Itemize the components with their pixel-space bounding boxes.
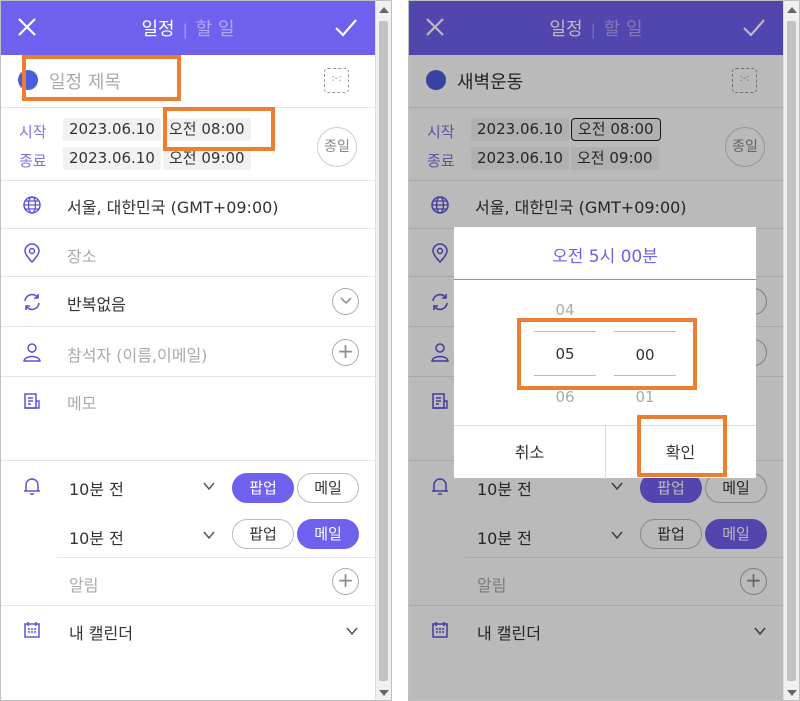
check-icon[interactable] (333, 16, 359, 40)
calendar-label: 내 캘린더 (69, 624, 133, 643)
add-alarm-row: 알림 + (1, 558, 375, 606)
alarm1-row: 10분 전 팝업 메일 (1, 461, 375, 511)
alarm2-row: 10분 전 팝업 메일 (57, 511, 375, 558)
title-divider (454, 279, 756, 280)
scroll-thumb[interactable] (379, 21, 388, 681)
chevron-down-icon[interactable] (203, 480, 215, 492)
location-row[interactable]: 장소 (1, 229, 375, 277)
confirm-highlight-box (637, 415, 727, 477)
memo-row: 메모 (1, 377, 375, 461)
memo-icon (24, 393, 40, 409)
tab-group: 일정 | 할 일 (1, 15, 375, 41)
scroll-thumb[interactable] (787, 21, 796, 681)
alarm2-mail-button[interactable]: 메일 (297, 519, 359, 549)
attendee-row: 참석자 (이름,이메일) + (1, 327, 375, 377)
right-screen: 일정 | 할 일 새벽운동 :-: 시작 종료 2023.06.10 오전 08:0… (408, 0, 800, 701)
hour-next[interactable]: 06 (540, 388, 590, 402)
emoji-icon[interactable]: :-: (324, 68, 349, 93)
scroll-down-arrow[interactable] (379, 690, 389, 696)
minute-next[interactable]: 01 (620, 388, 670, 402)
chevron-down-icon[interactable] (346, 625, 358, 637)
start-label: 시작 (19, 123, 47, 141)
scrollbar[interactable] (783, 1, 799, 700)
attendee-input[interactable]: 참석자 (이름,이메일) (67, 342, 207, 366)
scrollbar[interactable] (375, 1, 391, 700)
calendar-row[interactable]: 내 캘린더 (1, 606, 375, 654)
event-form: 일정 제목 :-: 시작 종료 2023.06.10 오전 08:00 2023… (1, 55, 375, 700)
cancel-button[interactable]: 취소 (454, 426, 605, 479)
end-label: 종료 (19, 152, 47, 170)
chevron-down-icon[interactable] (203, 529, 215, 541)
timezone-label: 서울, 대한민국 (GMT+09:00) (67, 198, 279, 217)
location-input[interactable]: 장소 (67, 243, 96, 267)
alarm-add-label: 알림 (69, 576, 99, 595)
tab-schedule[interactable]: 일정 (141, 19, 174, 40)
alarm1-mail-button[interactable]: 메일 (297, 473, 359, 503)
end-date[interactable]: 2023.06.10 (63, 147, 161, 170)
scroll-down-arrow[interactable] (787, 690, 797, 696)
calendar-icon (24, 622, 40, 638)
repeat-row[interactable]: 반복없음 (1, 277, 375, 327)
repeat-dropdown[interactable] (332, 288, 359, 315)
scroll-up-arrow[interactable] (787, 7, 797, 13)
alarm2-time[interactable]: 10분 전 (69, 525, 124, 549)
repeat-label: 반복없음 (67, 295, 126, 314)
wheel-highlight-box (517, 318, 697, 390)
alarm1-popup-button[interactable]: 팝업 (232, 473, 294, 503)
start-date[interactable]: 2023.06.10 (63, 118, 161, 141)
repeat-icon (24, 293, 40, 311)
title-highlight-box (22, 55, 181, 101)
memo-input[interactable]: 메모 (67, 390, 96, 414)
tab-divider: | (182, 21, 188, 39)
location-pin-icon (24, 243, 40, 264)
top-bar: 일정 | 할 일 (1, 1, 375, 55)
timezone-row[interactable]: 서울, 대한민국 (GMT+09:00) (1, 181, 375, 229)
add-alarm-button[interactable]: + (332, 568, 359, 595)
hour-prev[interactable]: 04 (540, 301, 590, 319)
time-picker-title: 오전 5시 00분 (552, 247, 658, 267)
person-icon (23, 343, 41, 362)
chevron-down-icon (339, 297, 352, 305)
globe-icon (23, 196, 41, 214)
add-attendee-button[interactable]: + (332, 339, 359, 366)
alarm2-popup-button[interactable]: 팝업 (232, 519, 294, 549)
tab-todo[interactable]: 할 일 (196, 19, 235, 40)
bell-icon (24, 478, 40, 495)
scroll-up-arrow[interactable] (379, 7, 389, 13)
alarm1-time[interactable]: 10분 전 (69, 476, 124, 500)
time-highlight-box (163, 107, 275, 151)
left-screen: 일정 | 할 일 일정 제목 :-: 시작 종료 2023.06.10 오전 08:… (0, 0, 392, 701)
allday-button[interactable]: 종일 (317, 127, 357, 167)
